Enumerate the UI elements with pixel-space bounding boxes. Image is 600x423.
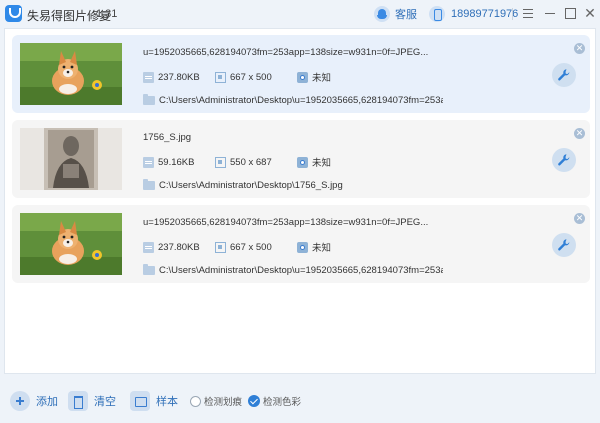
detect-scratch-option[interactable]: 检测划痕 bbox=[190, 394, 242, 408]
remove-file-icon[interactable]: ✕ bbox=[574, 43, 585, 54]
add-label: 添加 bbox=[36, 396, 58, 408]
menu-icon[interactable] bbox=[520, 5, 536, 21]
file-name: u=1952035665,628194073fm=253app=138size=… bbox=[143, 217, 429, 228]
wrench-icon bbox=[558, 69, 570, 81]
file-thumbnail-dog bbox=[20, 213, 122, 275]
dimensions-icon bbox=[215, 156, 226, 168]
wrench-icon bbox=[558, 239, 570, 251]
file-status-value: 未知 bbox=[312, 158, 332, 169]
file-name: u=1952035665,628194073fm=253app=138size=… bbox=[143, 47, 429, 58]
clear-label: 清空 bbox=[94, 396, 116, 408]
file-path: C:\Users\Administrator\Desktop\u=1952035… bbox=[143, 93, 443, 107]
sample-label: 样本 bbox=[156, 396, 178, 408]
file-card[interactable]: 1756_S.jpg 59.16KB 550 x 687 未知 C:\Users… bbox=[12, 120, 590, 198]
wrench-icon bbox=[558, 154, 570, 166]
add-button[interactable]: 添加 bbox=[10, 390, 58, 412]
file-status-value: 未知 bbox=[312, 73, 332, 84]
file-size-icon bbox=[143, 71, 154, 83]
file-size-icon bbox=[143, 156, 154, 168]
maximize-icon[interactable] bbox=[562, 5, 578, 21]
clear-button[interactable]: 清空 bbox=[68, 390, 116, 412]
unchecked-circle-icon[interactable] bbox=[190, 395, 201, 407]
file-size-value: 237.80KB bbox=[158, 71, 200, 83]
file-status: 未知 bbox=[297, 70, 331, 84]
phone-icon bbox=[429, 6, 445, 22]
file-path: C:\Users\Administrator\Desktop\u=1952035… bbox=[143, 263, 443, 277]
window-controls-divider bbox=[512, 8, 513, 20]
file-size: 237.80KB bbox=[143, 70, 200, 84]
file-path-value: C:\Users\Administrator\Desktop\u=1952035… bbox=[159, 264, 443, 276]
folder-icon bbox=[143, 263, 155, 275]
repair-button[interactable] bbox=[552, 233, 576, 257]
detect-scratch-label: 检测划痕 bbox=[204, 397, 243, 408]
file-status: 未知 bbox=[297, 155, 331, 169]
app-logo-icon bbox=[5, 5, 22, 22]
support-label: 客服 bbox=[395, 9, 417, 21]
status-camera-icon bbox=[297, 241, 308, 253]
status-camera-icon bbox=[297, 156, 308, 168]
dimensions-icon bbox=[215, 241, 226, 253]
file-thumbnail-dog bbox=[20, 43, 122, 105]
detect-color-option[interactable]: 检测色彩 bbox=[248, 394, 301, 408]
dimensions-icon bbox=[215, 71, 226, 83]
add-icon bbox=[10, 391, 30, 411]
file-size: 237.80KB bbox=[143, 240, 200, 254]
remove-file-icon[interactable]: ✕ bbox=[574, 128, 585, 139]
file-dimensions: 550 x 687 bbox=[215, 155, 272, 169]
file-size-value: 237.80KB bbox=[158, 241, 200, 253]
detect-color-label: 检测色彩 bbox=[263, 397, 302, 408]
remove-file-icon[interactable]: ✕ bbox=[574, 213, 585, 224]
file-dimensions-value: 667 x 500 bbox=[230, 71, 272, 83]
sample-button[interactable]: 样本 bbox=[130, 390, 178, 412]
file-status-value: 未知 bbox=[312, 243, 332, 254]
file-dimensions: 667 x 500 bbox=[215, 70, 272, 84]
file-dimensions-value: 667 x 500 bbox=[230, 241, 272, 253]
title-bar: 失易得图片修复 1.31 客服 18989771976 ✕ bbox=[0, 0, 600, 28]
file-size-value: 59.16KB bbox=[158, 156, 195, 168]
minimize-icon[interactable] bbox=[542, 5, 558, 21]
repair-button[interactable] bbox=[552, 63, 576, 87]
trash-icon bbox=[68, 391, 88, 411]
file-path: C:\Users\Administrator\Desktop\1756_S.jp… bbox=[143, 178, 443, 192]
file-size: 59.16KB bbox=[143, 155, 194, 169]
repair-button[interactable] bbox=[552, 148, 576, 172]
support-agent-icon bbox=[374, 6, 390, 22]
support-button[interactable]: 客服 bbox=[374, 5, 417, 23]
phone-contact[interactable]: 18989771976 bbox=[429, 5, 518, 23]
file-path-value: C:\Users\Administrator\Desktop\u=1952035… bbox=[159, 94, 443, 106]
file-dimensions: 667 x 500 bbox=[215, 240, 272, 254]
file-dimensions-value: 550 x 687 bbox=[230, 156, 272, 168]
folder-icon bbox=[143, 178, 155, 190]
app-version: 1.31 bbox=[96, 8, 118, 20]
phone-number: 18989771976 bbox=[451, 8, 519, 20]
folder-icon bbox=[143, 93, 155, 105]
status-camera-icon bbox=[297, 71, 308, 83]
file-status: 未知 bbox=[297, 240, 331, 254]
bottom-toolbar: 添加 清空 样本 检测划痕 检测色彩 bbox=[0, 374, 600, 423]
file-thumbnail-portrait bbox=[20, 128, 122, 190]
file-path-value: C:\Users\Administrator\Desktop\1756_S.jp… bbox=[159, 179, 343, 191]
file-list: u=1952035665,628194073fm=253app=138size=… bbox=[4, 28, 596, 374]
checked-circle-icon[interactable] bbox=[248, 395, 260, 407]
file-card[interactable]: u=1952035665,628194073fm=253app=138size=… bbox=[12, 205, 590, 283]
file-card[interactable]: u=1952035665,628194073fm=253app=138size=… bbox=[12, 35, 590, 113]
file-size-icon bbox=[143, 241, 154, 253]
image-icon bbox=[130, 391, 150, 411]
file-name: 1756_S.jpg bbox=[143, 132, 192, 143]
close-window-icon[interactable]: ✕ bbox=[582, 5, 598, 21]
